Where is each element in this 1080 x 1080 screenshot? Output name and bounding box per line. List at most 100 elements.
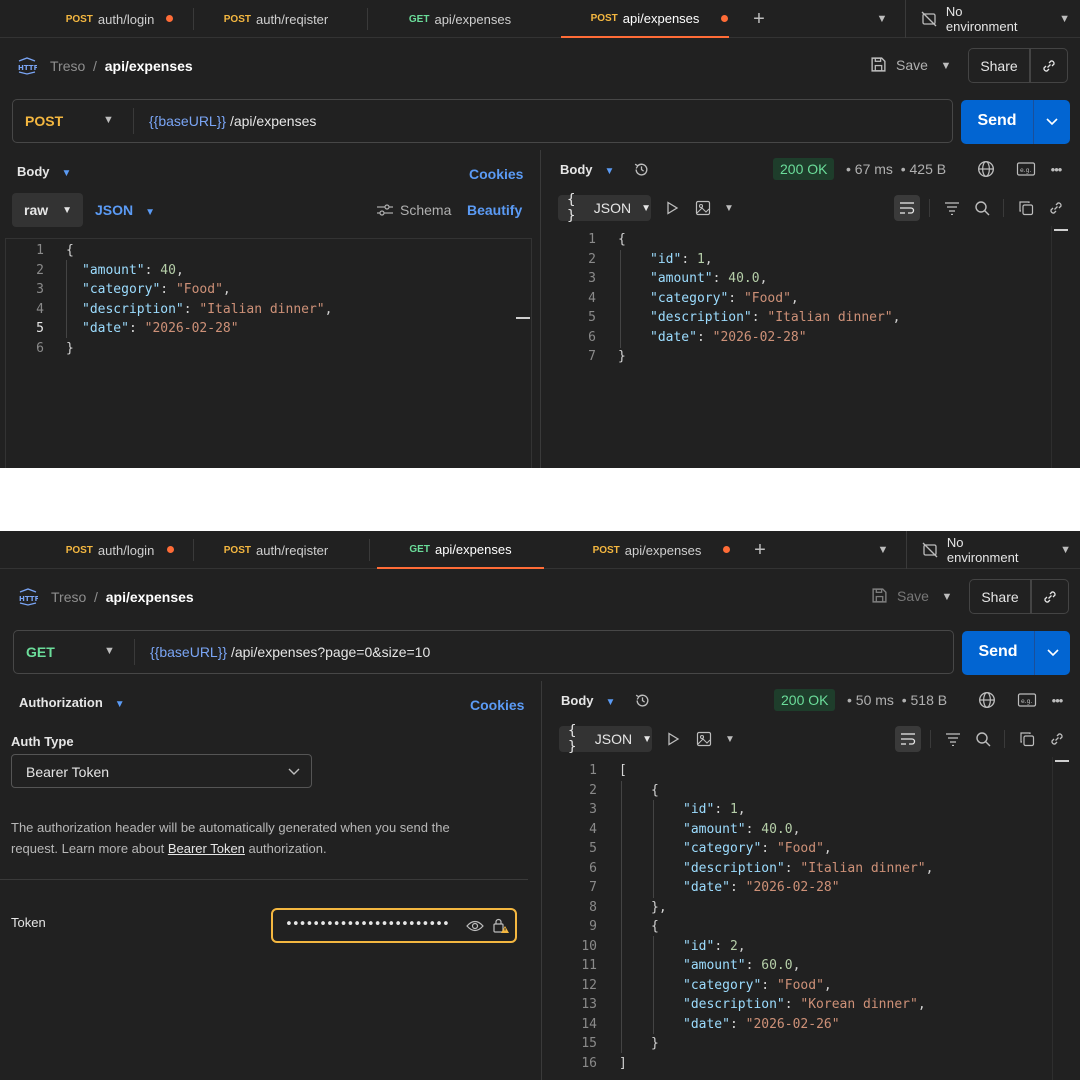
wrap-icon[interactable] bbox=[894, 195, 920, 221]
chevron-down-icon[interactable]: ▼ bbox=[722, 729, 738, 749]
link-icon[interactable] bbox=[1047, 729, 1067, 749]
copy-link-button[interactable] bbox=[1030, 48, 1068, 83]
plus-icon[interactable]: + bbox=[749, 539, 771, 561]
chevron-down-icon[interactable]: ▼ bbox=[721, 198, 737, 218]
request-title[interactable]: api/expenses bbox=[106, 589, 194, 605]
copy-icon[interactable] bbox=[1016, 198, 1036, 218]
save-button[interactable]: Save bbox=[870, 56, 928, 73]
tab-post-auth-register[interactable]: POST auth/reqister bbox=[196, 0, 356, 38]
breadcrumb: Treso / api/expenses bbox=[50, 58, 193, 74]
response-format-select[interactable]: { } JSON ▼ bbox=[558, 192, 651, 224]
toolbar-divider bbox=[1003, 199, 1004, 217]
send-options-chevron-icon[interactable] bbox=[1034, 100, 1070, 144]
token-masked-value: •••••••••••••••••••••••• bbox=[285, 917, 450, 932]
link-icon bbox=[1043, 59, 1055, 72]
cookies-link[interactable]: Cookies bbox=[470, 697, 524, 713]
globe-icon[interactable] bbox=[977, 690, 997, 710]
eye-icon[interactable] bbox=[466, 919, 484, 933]
send-button[interactable]: Send bbox=[961, 112, 1033, 130]
auth-type-select[interactable]: Bearer Token bbox=[11, 754, 312, 788]
save-label: Save bbox=[896, 56, 928, 73]
line-numbers: 1 2 3 4 5 6 7 8 9 10 11 12 13 14 15 16 bbox=[581, 763, 597, 1071]
cookies-link[interactable]: Cookies bbox=[469, 166, 523, 182]
line-numbers: 123456 bbox=[36, 243, 44, 356]
method-select[interactable]: GET bbox=[26, 644, 55, 660]
send-button[interactable]: Send bbox=[962, 643, 1034, 661]
response-time[interactable]: 50 ms bbox=[856, 692, 894, 708]
tab-post-api-expenses[interactable]: POST api/expenses bbox=[563, 531, 731, 569]
response-body-tab[interactable]: Body ▼ bbox=[561, 693, 615, 708]
scrollbar-track[interactable] bbox=[1052, 757, 1053, 1080]
status-badge[interactable]: 200 OK bbox=[774, 689, 836, 711]
lock-warning-icon[interactable] bbox=[492, 917, 510, 935]
beautify-button[interactable]: Beautify bbox=[467, 202, 522, 218]
url-input[interactable]: {{baseURL}} /api/expenses bbox=[149, 113, 316, 129]
environment-selector[interactable]: No environment ▼ bbox=[921, 531, 1071, 569]
save-options-chevron-icon[interactable]: ▼ bbox=[937, 587, 957, 607]
filter-icon[interactable] bbox=[942, 198, 962, 218]
copy-link-button[interactable] bbox=[1031, 579, 1069, 614]
play-icon[interactable] bbox=[664, 730, 682, 748]
filter-icon[interactable] bbox=[943, 729, 963, 749]
copy-icon[interactable] bbox=[1017, 729, 1037, 749]
play-icon[interactable] bbox=[663, 199, 681, 217]
chevron-down-icon[interactable]: ▼ bbox=[103, 114, 114, 126]
environment-selector[interactable]: No environment ▼ bbox=[920, 0, 1070, 38]
request-title[interactable]: api/expenses bbox=[105, 58, 193, 74]
breadcrumb-workspace[interactable]: Treso bbox=[50, 58, 85, 74]
response-size[interactable]: 518 B bbox=[911, 692, 948, 708]
raw-mode-select[interactable]: raw ▼ bbox=[12, 193, 83, 227]
response-meta: • 67 ms • 425 B bbox=[846, 161, 947, 177]
response-time[interactable]: 67 ms bbox=[855, 161, 893, 177]
breadcrumb-workspace[interactable]: Treso bbox=[51, 589, 86, 605]
response-body-code: { "id": 1, "amount": 40.0, "category": "… bbox=[618, 232, 901, 364]
globe-icon[interactable] bbox=[976, 159, 996, 179]
plus-icon[interactable]: + bbox=[748, 8, 770, 30]
image-icon[interactable] bbox=[693, 198, 713, 218]
response-size[interactable]: 425 B bbox=[910, 161, 947, 177]
tab-divider bbox=[193, 539, 194, 561]
url-input[interactable]: {{baseURL}} /api/expenses?page=0&size=10 bbox=[150, 644, 430, 660]
schema-button[interactable]: Schema bbox=[376, 202, 451, 218]
send-options-chevron-icon[interactable] bbox=[1035, 631, 1071, 675]
search-icon[interactable] bbox=[973, 729, 993, 749]
search-icon[interactable] bbox=[972, 198, 992, 218]
tab-post-auth-login[interactable]: POST auth/login bbox=[30, 531, 190, 569]
chevron-down-icon: ▼ bbox=[61, 168, 72, 179]
request-section-tab[interactable]: Authorization ▼ bbox=[19, 695, 125, 710]
method-select[interactable]: POST bbox=[25, 113, 63, 129]
wrap-icon[interactable] bbox=[895, 726, 921, 752]
format-select[interactable]: JSON ▼ bbox=[95, 202, 155, 218]
response-format-select[interactable]: { } JSON ▼ bbox=[559, 723, 652, 755]
scrollbar-track[interactable] bbox=[1051, 226, 1052, 468]
token-input[interactable]: •••••••••••••••••••••••• bbox=[271, 908, 517, 943]
image-icon[interactable] bbox=[694, 729, 714, 749]
tab-post-auth-register[interactable]: POST auth/reqister bbox=[196, 531, 356, 569]
history-icon[interactable] bbox=[631, 159, 651, 179]
tab-get-api-expenses[interactable]: GET api/expenses bbox=[377, 531, 544, 569]
history-icon[interactable] bbox=[632, 690, 652, 710]
tab-get-api-expenses[interactable]: GET api/expenses bbox=[370, 0, 550, 38]
env-divider bbox=[905, 0, 906, 38]
more-icon[interactable]: ••• bbox=[1046, 159, 1066, 179]
pane-divider[interactable] bbox=[540, 150, 541, 468]
request-section-tab[interactable]: Body ▼ bbox=[17, 164, 71, 179]
response-body-tab[interactable]: Body ▼ bbox=[560, 162, 614, 177]
status-badge[interactable]: 200 OK bbox=[773, 158, 835, 180]
tab-post-auth-login[interactable]: POST auth/login bbox=[30, 0, 190, 38]
more-icon[interactable]: ••• bbox=[1047, 690, 1067, 710]
example-icon[interactable]: e.g. bbox=[1016, 690, 1038, 710]
example-icon[interactable]: e.g. bbox=[1015, 159, 1037, 179]
postman-window-post: POST auth/login POST auth/reqister GET a… bbox=[0, 0, 1080, 468]
save-options-chevron-icon[interactable]: ▼ bbox=[936, 56, 956, 76]
share-button[interactable]: Share bbox=[969, 579, 1031, 614]
chevron-down-icon[interactable]: ▼ bbox=[873, 539, 893, 561]
pane-divider[interactable] bbox=[541, 681, 542, 1080]
link-icon[interactable] bbox=[1046, 198, 1066, 218]
share-button[interactable]: Share bbox=[968, 48, 1030, 83]
chevron-down-icon[interactable]: ▼ bbox=[872, 8, 892, 30]
chevron-down-icon[interactable]: ▼ bbox=[104, 645, 115, 657]
tab-post-api-expenses[interactable]: POST api/expenses bbox=[561, 0, 729, 38]
save-button[interactable]: Save bbox=[871, 587, 929, 604]
bearer-token-link[interactable]: Bearer Token bbox=[168, 841, 245, 856]
